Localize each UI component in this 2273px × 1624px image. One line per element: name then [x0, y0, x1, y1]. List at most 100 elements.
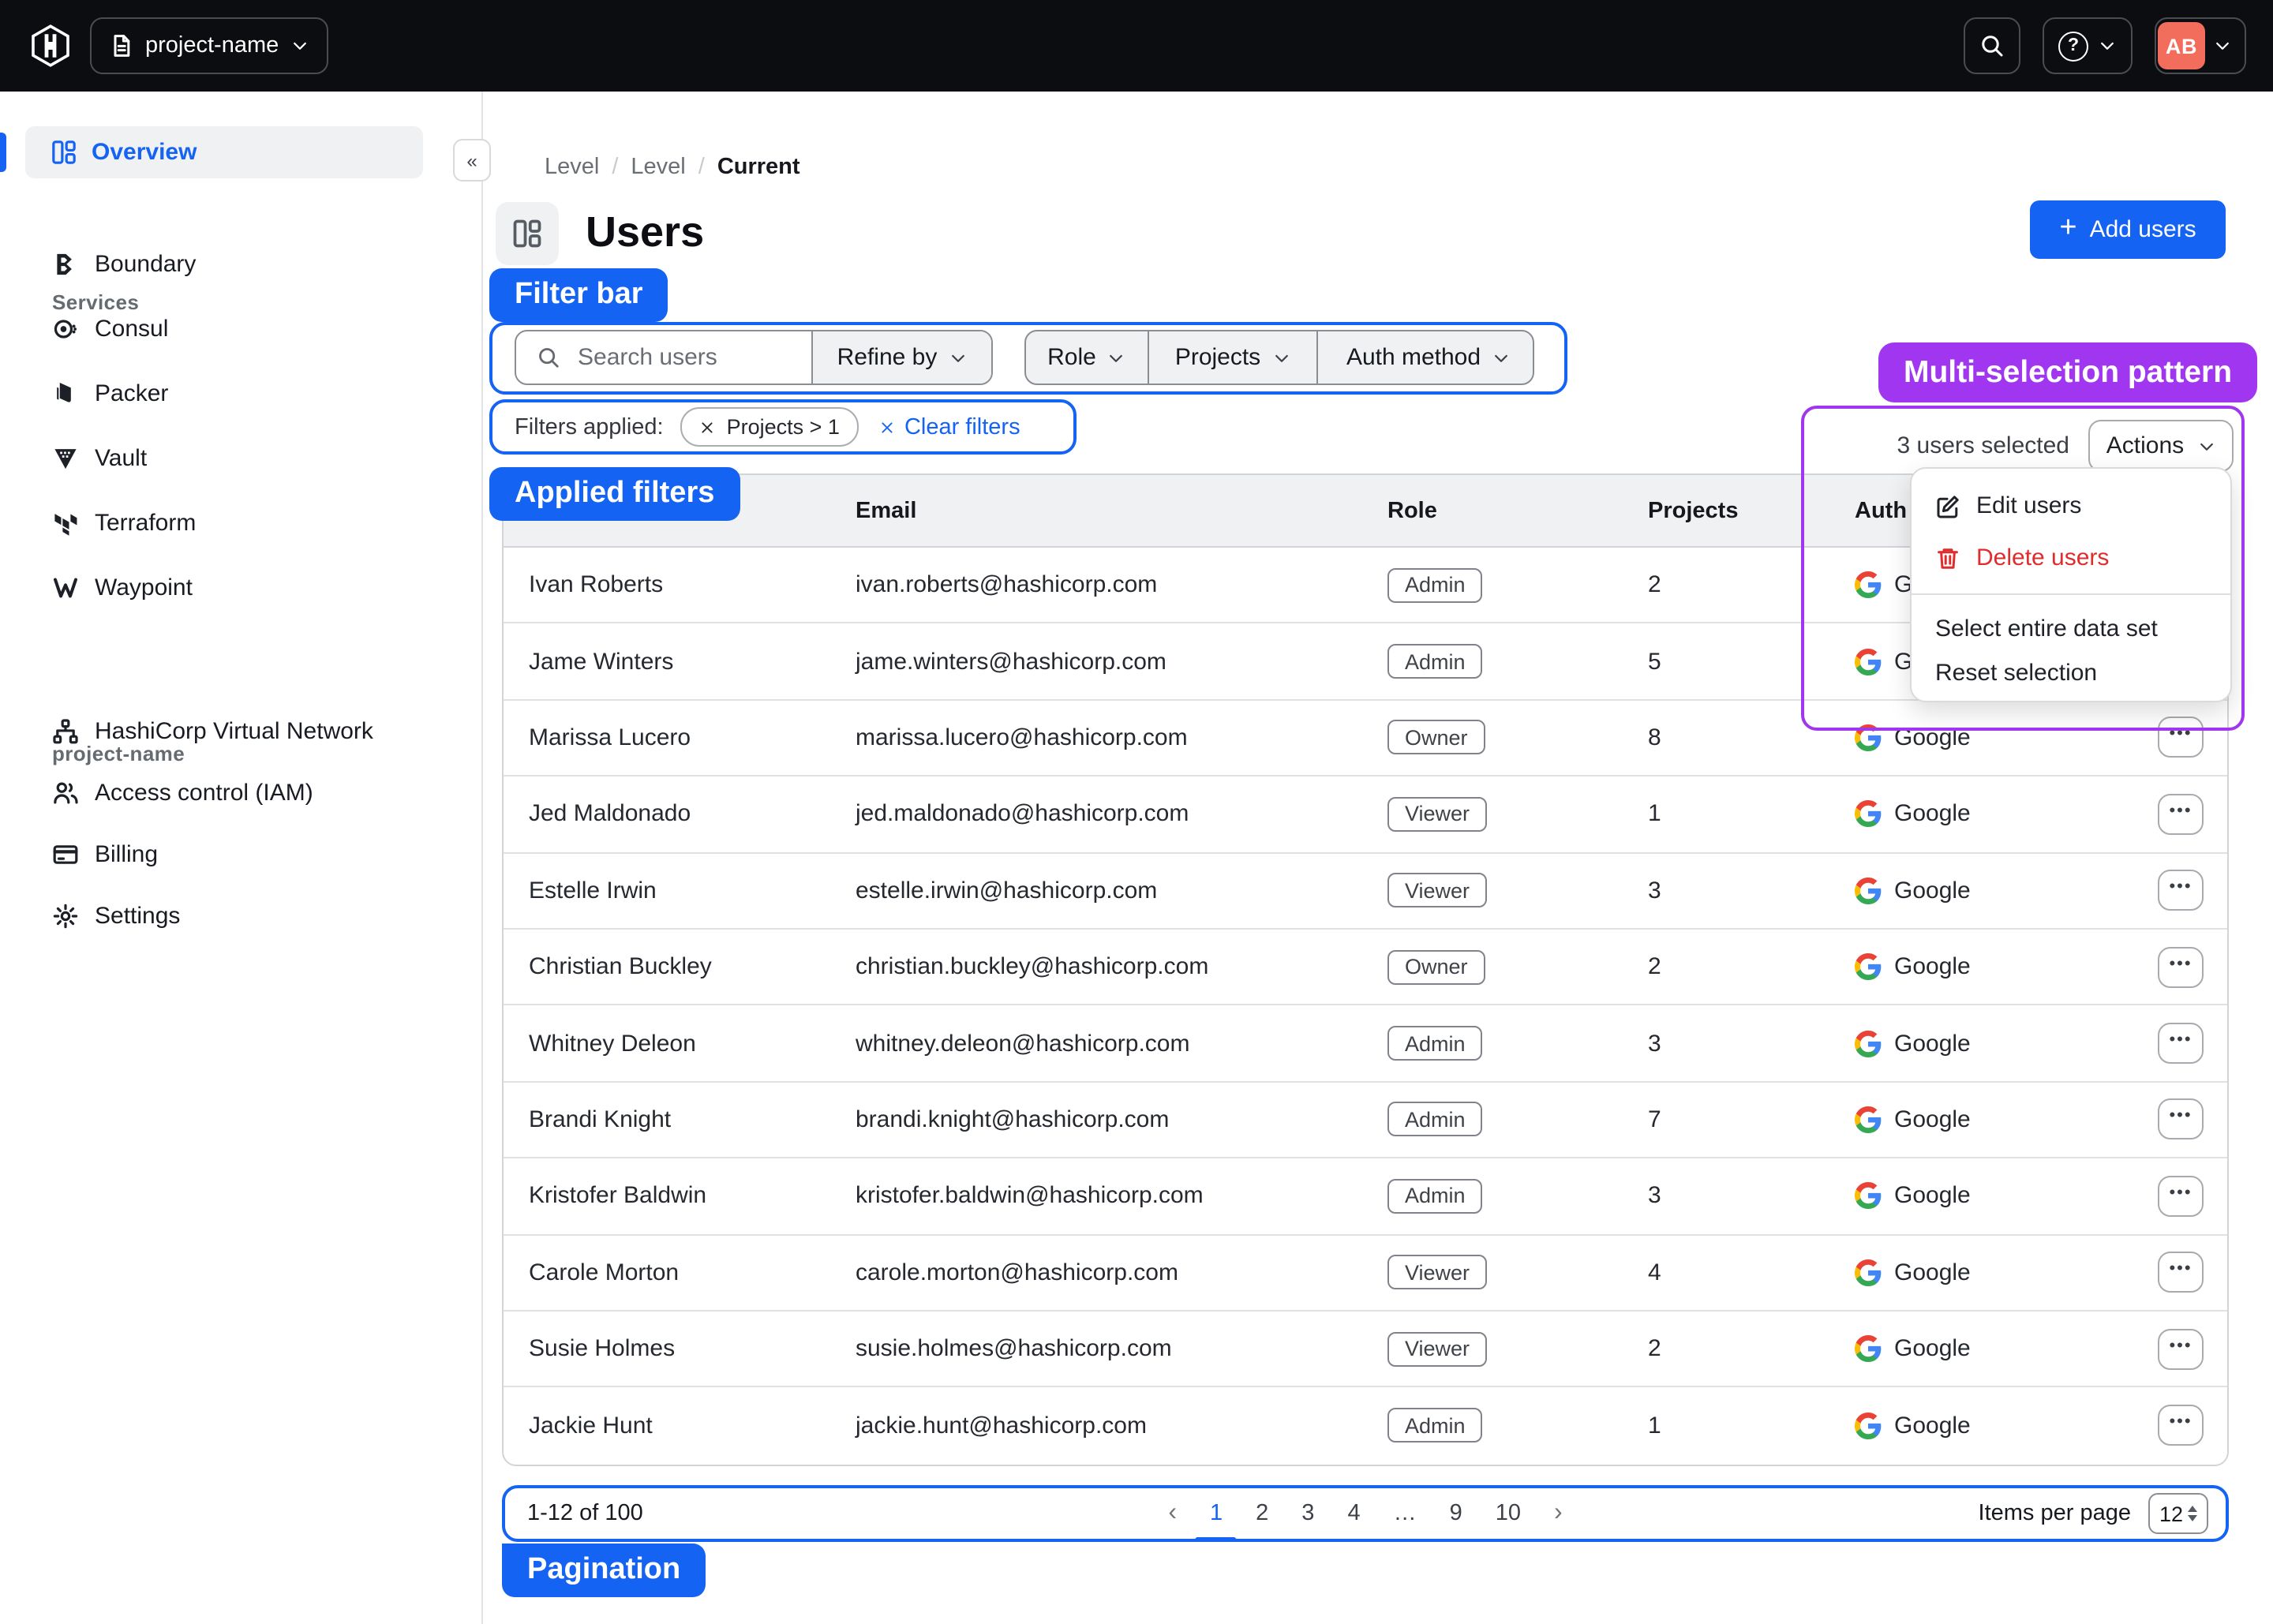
filters-applied-label: Filters applied: [515, 414, 664, 440]
sidebar-item-settings[interactable]: Settings [25, 892, 451, 939]
row-actions-button[interactable]: ••• [2158, 1328, 2204, 1369]
page-title: Users [586, 208, 704, 257]
sidebar-item-consul[interactable]: Consul [25, 305, 451, 352]
cell-auth-method: Google [1829, 953, 2074, 980]
pagination-next[interactable]: › [1554, 1499, 1563, 1528]
pagination-page-4[interactable]: 4 [1347, 1501, 1360, 1526]
cell-projects: 2 [1623, 1335, 1829, 1362]
cell-actions: ••• [2074, 1405, 2227, 1446]
cell-auth-method: Google [1829, 1106, 2074, 1133]
active-indicator [0, 133, 6, 172]
row-actions-button[interactable]: ••• [2158, 1405, 2204, 1446]
sidebar-collapse-button[interactable]: « [453, 139, 491, 181]
add-users-button[interactable]: + Add users [2030, 200, 2226, 259]
sidebar-item-label: Waypoint [95, 574, 193, 601]
cell-role: Owner [1362, 720, 1623, 755]
global-search-button[interactable] [1964, 17, 2020, 74]
sidebar: Overview Services BoundaryConsulPackerVa… [0, 92, 483, 1624]
actions-button[interactable]: Actions [2088, 420, 2234, 472]
google-icon [1855, 1106, 1882, 1133]
filter-dropdown-role[interactable]: Role [1026, 331, 1148, 384]
help-menu-button[interactable]: ? [2043, 17, 2133, 74]
row-actions-button[interactable]: ••• [2158, 1252, 2204, 1293]
refine-by-button[interactable]: Refine by [811, 331, 991, 384]
pagination-page-10[interactable]: 10 [1496, 1501, 1521, 1526]
pagination-page-3[interactable]: 3 [1301, 1501, 1314, 1526]
menu-item-edit-users[interactable]: Edit users [1912, 480, 2230, 532]
table-row: Jackie Huntjackie.hunt@hashicorp.comAdmi… [504, 1388, 2227, 1465]
filter-dropdown-label: Auth method [1346, 344, 1481, 371]
cell-auth-method: Google [1829, 1335, 2074, 1362]
table-row: Whitney Deleonwhitney.deleon@hashicorp.c… [504, 1006, 2227, 1083]
app-window: project-name ? AB Overview Services [0, 0, 2273, 1624]
sidebar-item-label: Access control (IAM) [95, 779, 313, 806]
table-row: Carole Mortoncarole.morton@hashicorp.com… [504, 1235, 2227, 1312]
cell-actions: ••• [2074, 1099, 2227, 1140]
sidebar-item-hashicorp-virtual-network[interactable]: HashiCorp Virtual Network [25, 707, 451, 754]
sidebar-item-access-control-iam[interactable]: Access control (IAM) [25, 769, 451, 816]
row-actions-button[interactable]: ••• [2158, 870, 2204, 911]
chevron-down-icon [1271, 348, 1290, 367]
table-row: Kristofer Baldwinkristofer.baldwin@hashi… [504, 1158, 2227, 1235]
breadcrumb-level-1[interactable]: Level [545, 155, 599, 180]
clear-filters-link[interactable]: Clear filters [879, 414, 1020, 440]
breadcrumb-level-2[interactable]: Level [631, 155, 685, 180]
menu-item-reset-selection[interactable]: Reset selection [1912, 650, 2230, 694]
chevron-down-icon [2098, 36, 2117, 55]
row-actions-button[interactable]: ••• [2158, 1023, 2204, 1064]
cell-role: Viewer [1362, 874, 1623, 908]
gear-icon [52, 902, 79, 929]
pagination-ellipsis: … [1394, 1501, 1417, 1526]
row-actions-button[interactable]: ••• [2158, 717, 2204, 758]
menu-item-label: Delete users [1976, 544, 2109, 571]
pagination-prev[interactable]: ‹ [1168, 1499, 1177, 1528]
menu-item-label: Select entire data set [1935, 615, 2158, 642]
sidebar-item-label: Consul [95, 315, 168, 342]
cell-projects: 3 [1623, 1030, 1829, 1057]
breadcrumb-separator: / [698, 155, 705, 180]
filter-pill-projects[interactable]: Projects > 1 [681, 407, 859, 447]
table-row: Christian Buckleychristian.buckley@hashi… [504, 930, 2227, 1006]
account-menu-button[interactable]: AB [2155, 17, 2246, 74]
filter-dropdown-projects[interactable]: Projects [1148, 331, 1316, 384]
sidebar-item-waypoint[interactable]: Waypoint [25, 563, 451, 611]
google-icon [1855, 953, 1882, 980]
role-badge: Admin [1387, 644, 1483, 679]
chevron-down-icon [1107, 348, 1126, 367]
cell-email: susie.holmes@hashicorp.com [830, 1335, 1362, 1362]
cell-auth-method: Google [1829, 724, 2074, 751]
sidebar-item-billing[interactable]: Billing [25, 830, 451, 877]
search-combo: Refine by [515, 330, 993, 385]
menu-item-delete-users[interactable]: Delete users [1912, 532, 2230, 584]
google-icon [1855, 648, 1882, 675]
sidebar-item-boundary[interactable]: Boundary [25, 240, 451, 287]
pagination-page-1[interactable]: 1 [1210, 1501, 1223, 1526]
cell-email: jed.maldonado@hashicorp.com [830, 801, 1362, 828]
pagination-page-9[interactable]: 9 [1450, 1501, 1462, 1526]
search-users-input[interactable] [575, 342, 770, 372]
cell-email: christian.buckley@hashicorp.com [830, 953, 1362, 980]
search-field-wrap [516, 331, 811, 384]
row-actions-button[interactable]: ••• [2158, 1176, 2204, 1217]
row-actions-button[interactable]: ••• [2158, 794, 2204, 835]
project-selector[interactable]: project-name [90, 17, 328, 74]
google-icon [1855, 1030, 1882, 1057]
cell-name: Jackie Hunt [504, 1413, 830, 1439]
row-actions-button[interactable]: ••• [2158, 946, 2204, 987]
pagination-page-2[interactable]: 2 [1256, 1501, 1268, 1526]
sidebar-item-label: Vault [95, 444, 147, 471]
cell-projects: 3 [1623, 1183, 1829, 1210]
sidebar-item-vault[interactable]: Vault [25, 434, 451, 481]
annotation-multi-selection: Multi-selection pattern [1878, 342, 2257, 402]
sidebar-item-terraform[interactable]: Terraform [25, 499, 451, 546]
menu-item-select-entire-data-set[interactable]: Select entire data set [1912, 606, 2230, 650]
filter-dropdown-auth-method[interactable]: Auth method [1316, 331, 1534, 384]
selection-count: 3 users selected [1801, 432, 2069, 459]
row-actions-button[interactable]: ••• [2158, 1099, 2204, 1140]
refine-by-label: Refine by [837, 344, 938, 371]
sidebar-item-overview[interactable]: Overview [25, 126, 423, 178]
items-per-page-stepper[interactable]: 12 [2148, 1493, 2208, 1534]
sidebar-item-label: Overview [92, 139, 197, 166]
trash-icon [1935, 545, 1960, 571]
sidebar-item-packer[interactable]: Packer [25, 369, 451, 417]
